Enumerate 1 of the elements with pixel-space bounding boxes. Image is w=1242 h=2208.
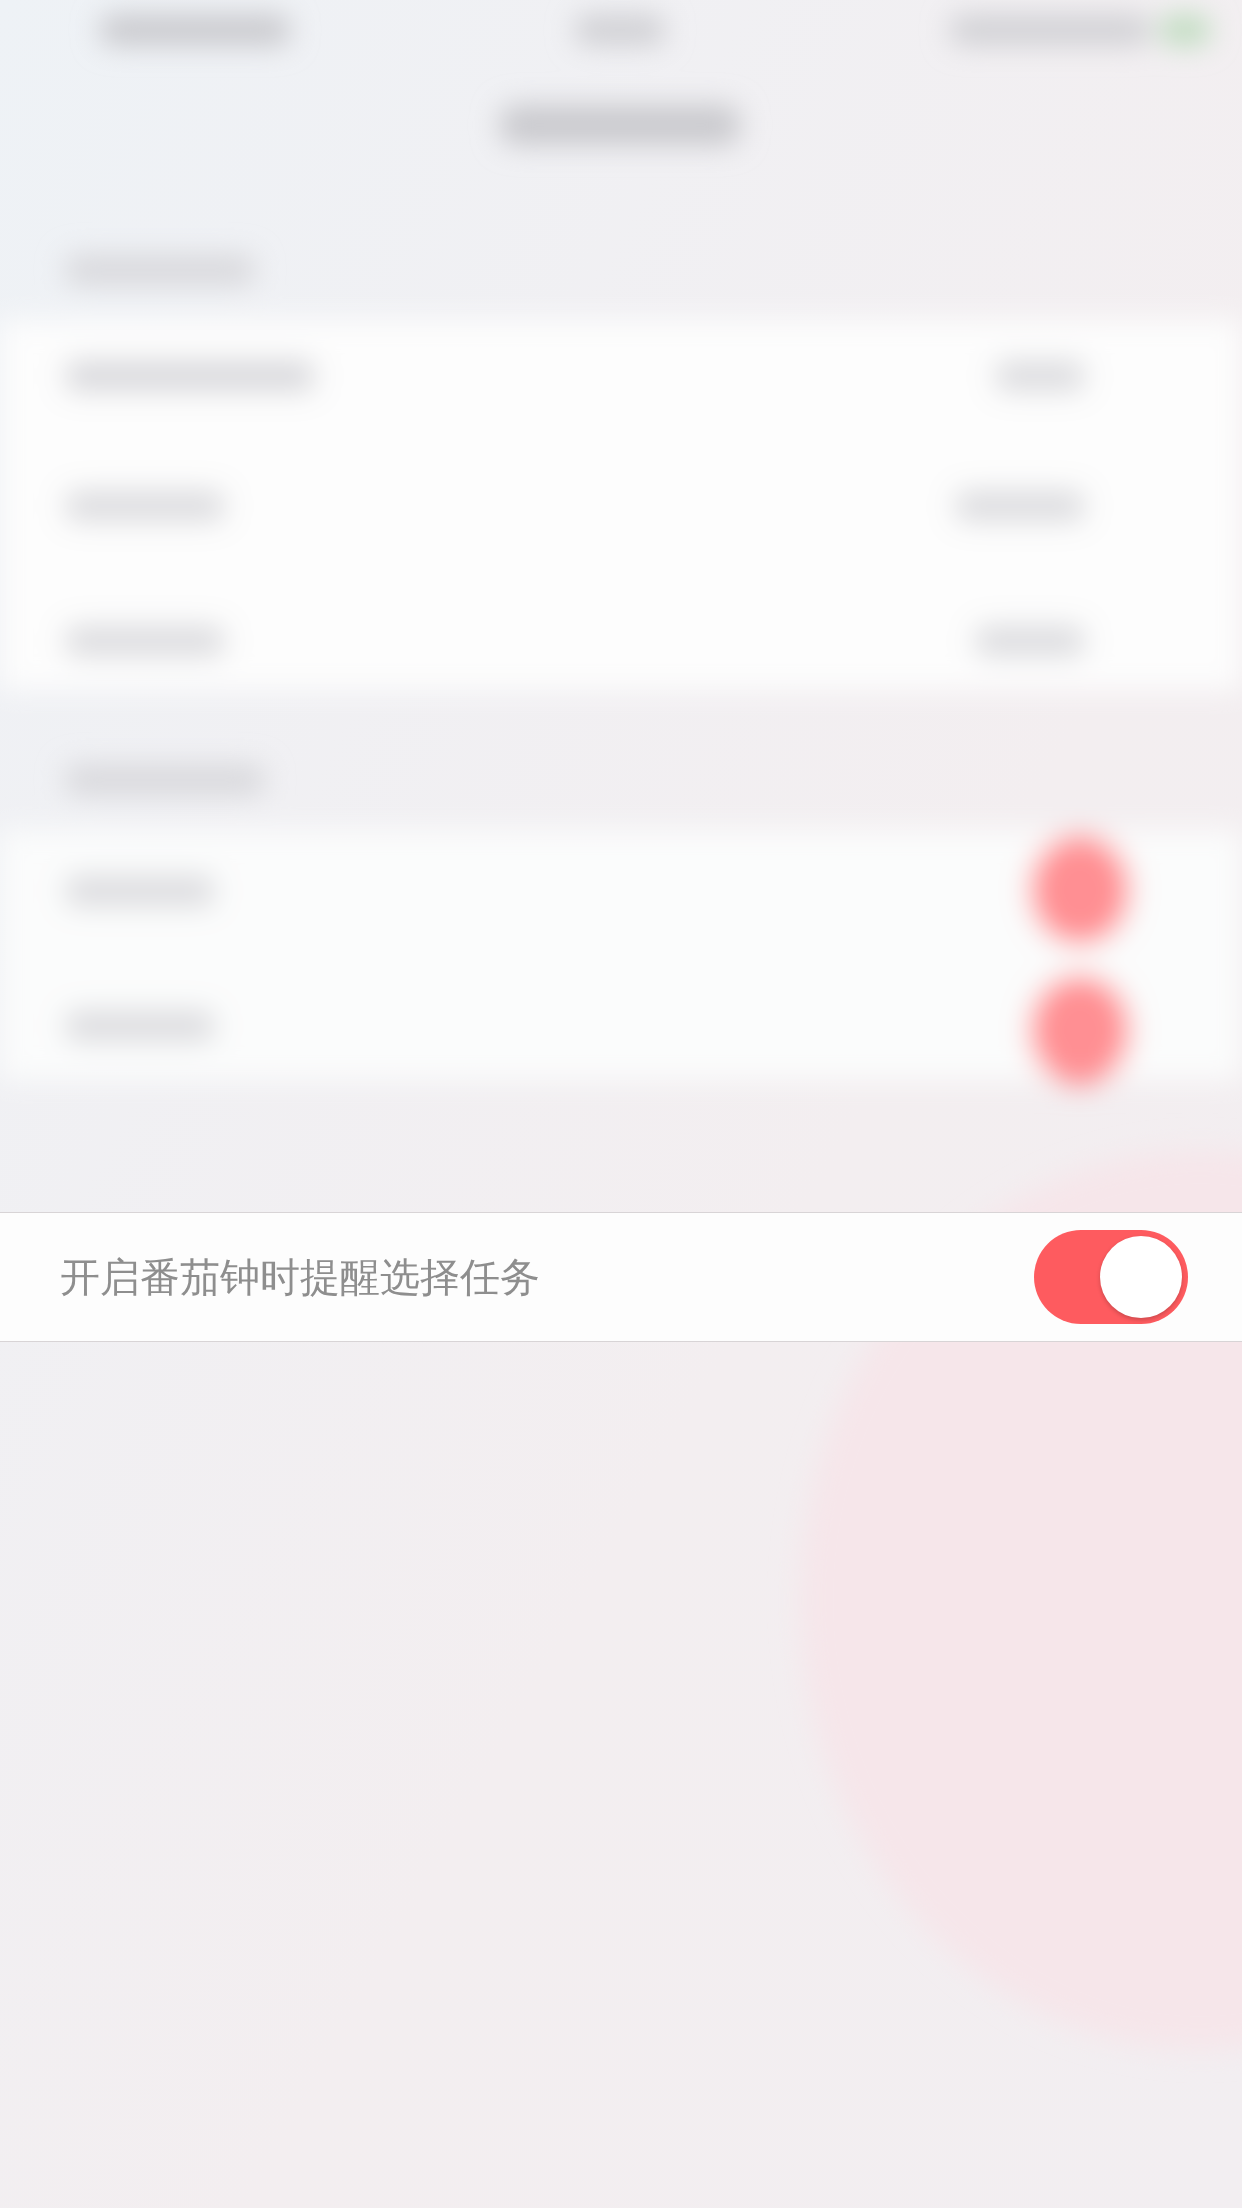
setting-label: 开启番茄钟时提醒选择任务 xyxy=(60,1252,540,1302)
